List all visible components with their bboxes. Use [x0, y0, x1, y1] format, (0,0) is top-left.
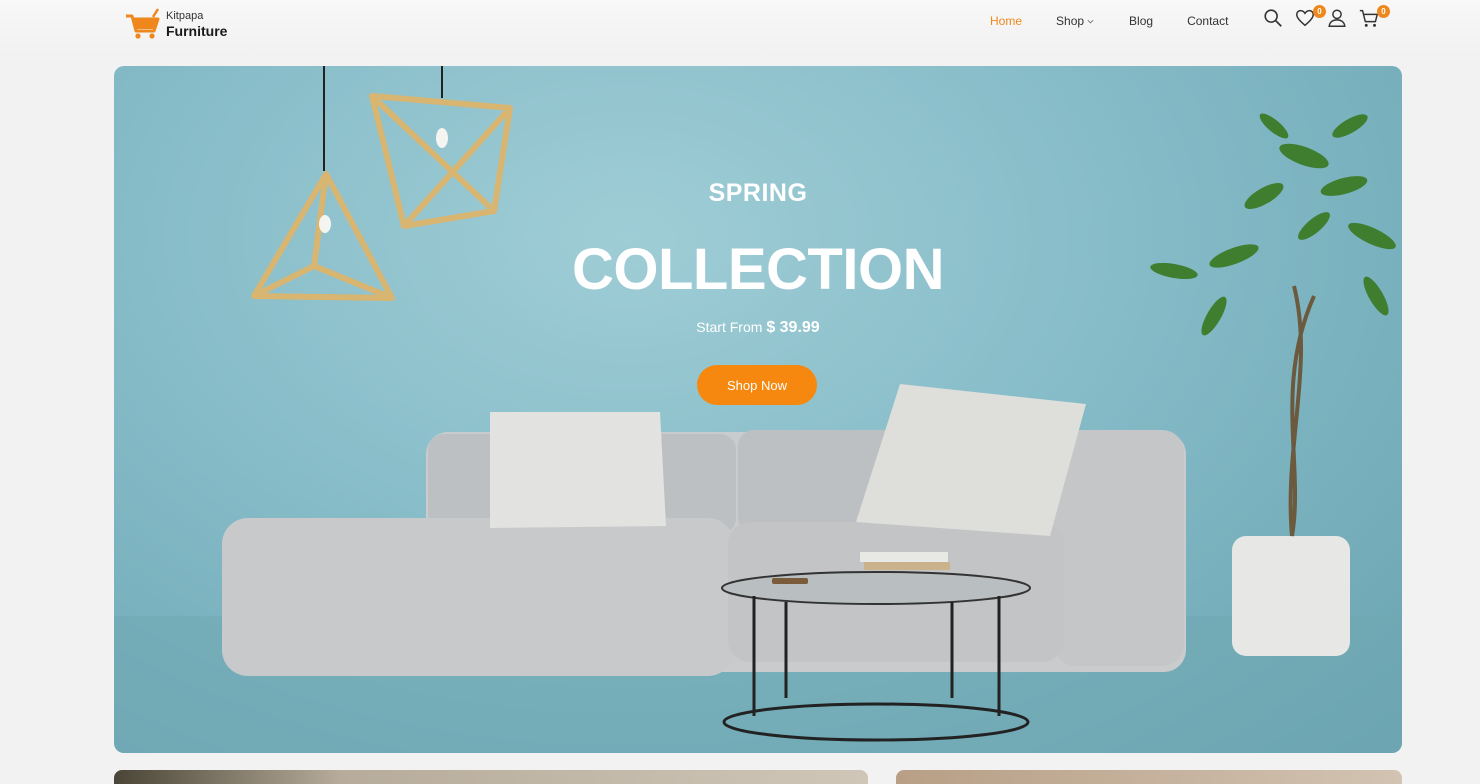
- cart-button[interactable]: 0: [1358, 5, 1390, 31]
- site-header: Kitpapa Furniture Home Shop Blog Contact: [0, 0, 1480, 57]
- wishlist-count-badge: 0: [1313, 5, 1326, 18]
- nav-contact[interactable]: Contact: [1187, 12, 1228, 30]
- main-nav: Home Shop Blog Contact: [990, 12, 1262, 30]
- account-button[interactable]: [1326, 7, 1350, 31]
- shop-now-button[interactable]: Shop Now: [697, 365, 817, 405]
- nav-shop[interactable]: Shop: [1056, 12, 1095, 30]
- nav-home[interactable]: Home: [990, 12, 1022, 30]
- cart-count-badge: 0: [1377, 5, 1390, 18]
- brand-name: Furniture: [166, 22, 228, 39]
- chevron-down-icon: [1087, 19, 1094, 23]
- search-button[interactable]: [1262, 7, 1286, 31]
- brand-small-text: Kitpapa: [166, 9, 204, 22]
- hero-background-image: [114, 66, 1402, 753]
- shopping-cart-icon: [126, 8, 160, 39]
- category-card-left[interactable]: [114, 770, 868, 784]
- page: Kitpapa Furniture Home Shop Blog Contact: [0, 0, 1480, 784]
- nav-shop-label: Shop: [1056, 14, 1085, 28]
- header-actions: 0 0: [1262, 5, 1390, 31]
- hero-title: COLLECTION: [572, 237, 944, 302]
- wishlist-button[interactable]: 0: [1294, 5, 1326, 31]
- nav-blog[interactable]: Blog: [1129, 12, 1153, 30]
- user-icon: [1328, 9, 1346, 27]
- brand-logo[interactable]: Kitpapa Furniture: [124, 4, 227, 44]
- hero-price-line: Start From $ 39.99: [114, 319, 1402, 337]
- brand-wordmark: Kitpapa Furniture: [166, 9, 228, 39]
- sofa-image: [222, 384, 1186, 676]
- hero-banner: SPRING COLLECTION Start From $ 39.99 Sho…: [114, 66, 1402, 753]
- hero-price: $ 39.99: [766, 319, 820, 336]
- category-card-right[interactable]: [896, 770, 1402, 784]
- hero-eyebrow: SPRING: [708, 179, 808, 207]
- search-icon: [1264, 9, 1282, 27]
- hero-price-prefix: Start From: [696, 319, 763, 335]
